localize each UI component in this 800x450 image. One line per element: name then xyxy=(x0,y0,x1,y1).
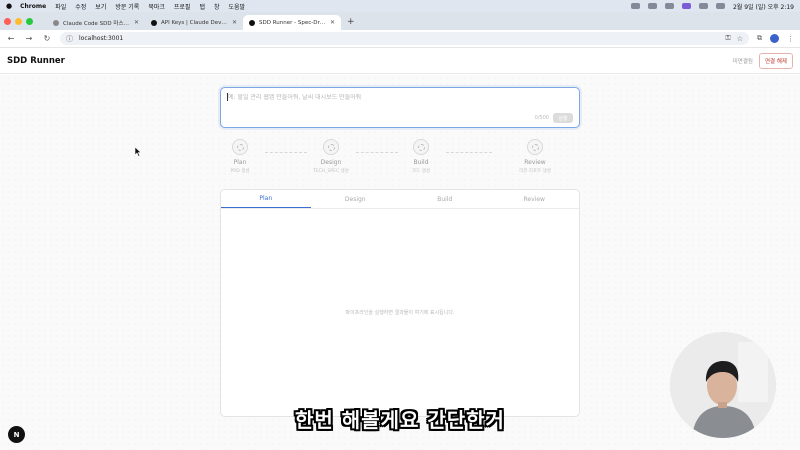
browser-tab[interactable]: Claude Code SDD 마스터 클래스 ✕ xyxy=(47,15,145,30)
step-name: Build xyxy=(413,159,429,166)
step-status-icon xyxy=(232,139,248,155)
menu-item[interactable]: 창 xyxy=(214,2,220,11)
address-bar[interactable]: ⓘ localhost:3001 ⚿ ☆ xyxy=(60,32,749,45)
wifi-icon[interactable] xyxy=(698,3,708,9)
tab-build[interactable]: Build xyxy=(400,190,490,208)
status-icon[interactable] xyxy=(664,3,674,9)
menu-item[interactable]: 파일 xyxy=(55,2,66,11)
menu-app-chrome[interactable]: Chrome xyxy=(20,3,46,10)
browser-tab[interactable]: API Keys | Claude Developer ✕ xyxy=(145,15,243,30)
result-panel: Plan Design Build Review 파이프라인을 실행하면 결과물… xyxy=(220,189,580,417)
pipeline-steps: Plan PRD 생성 Design TECH_SPEC 생성 Build 코드… xyxy=(220,139,580,179)
mouse-cursor-icon xyxy=(135,147,142,157)
maximize-window-button[interactable] xyxy=(26,17,33,25)
step-status-icon xyxy=(527,139,543,155)
mac-menubar: ● Chrome 파일 수정 보기 방문 기록 북마크 프로필 탭 창 도움말 … xyxy=(0,0,800,12)
favicon-icon xyxy=(53,19,59,26)
connection-status: 미연결됨 xyxy=(732,58,753,65)
recording-icon[interactable] xyxy=(681,3,691,9)
step-design: Design TECH_SPEC 생성 xyxy=(301,139,361,174)
tab-design[interactable]: Design xyxy=(311,190,401,208)
step-status-icon xyxy=(413,139,429,155)
step-sub: TECH_SPEC 생성 xyxy=(313,169,349,174)
step-build: Build 코드 생성 xyxy=(391,139,451,174)
menu-item[interactable]: 수정 xyxy=(75,2,86,11)
forward-icon[interactable]: → xyxy=(24,34,34,43)
browser-tab-active[interactable]: SDD Runner - Spec-Driven De... ✕ xyxy=(243,15,341,30)
browser-navbar: ← → ↻ ⓘ localhost:3001 ⚿ ☆ ⧉ ⋮ xyxy=(0,30,800,48)
tab-title: SDD Runner - Spec-Driven De... xyxy=(259,19,326,26)
menu-item[interactable]: 방문 기록 xyxy=(115,2,139,11)
app-title: SDD Runner xyxy=(7,55,65,66)
close-window-button[interactable] xyxy=(4,17,11,25)
favicon-icon xyxy=(249,19,255,26)
menubar-datetime[interactable]: 2월 9일 (일) 오후 2:19 xyxy=(733,2,794,11)
close-tab-icon[interactable]: ✕ xyxy=(330,19,335,26)
status-icon[interactable] xyxy=(647,3,657,9)
profile-avatar[interactable] xyxy=(770,34,779,43)
prompt-box[interactable]: 0/500 실행 xyxy=(220,87,580,128)
tab-title: Claude Code SDD 마스터 클래스 xyxy=(63,20,130,27)
step-status-icon xyxy=(323,139,339,155)
disconnect-button[interactable]: 연결 해제 xyxy=(759,52,793,69)
favicon-icon xyxy=(151,19,157,26)
close-tab-icon[interactable]: ✕ xyxy=(134,19,139,26)
step-sub: PRD 생성 xyxy=(230,169,250,174)
step-sub: 코드 생성 xyxy=(412,169,430,174)
browser-tabbar: Claude Code SDD 마스터 클래스 ✕ API Keys | Cla… xyxy=(0,12,800,30)
step-sub: 리뷰 리포트 생성 xyxy=(519,169,551,174)
search-icon[interactable] xyxy=(715,3,725,9)
char-count: 0/500 xyxy=(534,115,549,121)
new-tab-icon[interactable]: + xyxy=(347,15,355,30)
menu-item[interactable]: 보기 xyxy=(95,2,106,11)
bookmark-star-icon[interactable]: ☆ xyxy=(737,35,743,43)
apple-icon[interactable]: ● xyxy=(6,2,12,10)
menu-item[interactable]: 탭 xyxy=(199,2,205,11)
extensions-icon[interactable]: ⧉ xyxy=(757,34,762,43)
back-icon[interactable]: ← xyxy=(6,34,16,43)
step-name: Plan xyxy=(233,159,247,166)
prompt-input[interactable] xyxy=(228,94,568,101)
menu-item[interactable]: 프로필 xyxy=(174,2,191,11)
tab-title: API Keys | Claude Developer xyxy=(161,19,228,26)
url-text[interactable]: localhost:3001 xyxy=(79,35,719,42)
key-icon[interactable]: ⚿ xyxy=(725,34,730,43)
tab-review[interactable]: Review xyxy=(490,190,580,208)
menu-item[interactable]: 북마크 xyxy=(148,2,165,11)
minimize-window-button[interactable] xyxy=(15,17,22,25)
reload-icon[interactable]: ↻ xyxy=(42,34,52,43)
video-caption: 한번 해볼게요 간단한거 xyxy=(295,408,505,432)
app-header: SDD Runner 미연결됨 연결 해제 xyxy=(0,48,800,74)
run-button[interactable]: 실행 xyxy=(553,113,573,123)
result-tabs: Plan Design Build Review xyxy=(221,190,579,209)
more-menu-icon[interactable]: ⋮ xyxy=(787,35,794,43)
step-name: Design xyxy=(320,159,342,166)
tab-plan[interactable]: Plan xyxy=(221,190,311,208)
empty-state-message: 파이프라인을 실행하면 결과물이 여기에 표시됩니다. xyxy=(345,310,455,316)
close-tab-icon[interactable]: ✕ xyxy=(232,19,237,26)
menu-item[interactable]: 도움말 xyxy=(229,2,246,11)
step-connector xyxy=(446,152,492,153)
site-info-icon[interactable]: ⓘ xyxy=(66,34,73,44)
status-icon[interactable] xyxy=(630,3,640,9)
step-plan: Plan PRD 생성 xyxy=(210,139,270,174)
step-review: Review 리뷰 리포트 생성 xyxy=(505,139,565,174)
step-name: Review xyxy=(524,159,546,166)
window-controls xyxy=(4,12,33,30)
